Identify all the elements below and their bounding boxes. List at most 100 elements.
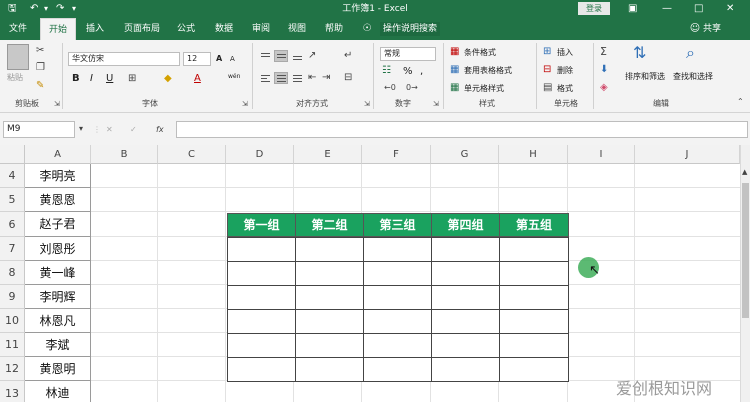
increase-decimal-icon[interactable]: ←0 xyxy=(384,82,396,94)
clipboard-launcher-icon[interactable]: ⇲ xyxy=(54,98,60,110)
ribbon-display-icon[interactable]: ▣ xyxy=(628,1,637,16)
table-cell[interactable] xyxy=(363,237,432,262)
formula-input[interactable] xyxy=(176,121,748,138)
name-cell[interactable]: 李斌 xyxy=(25,333,91,357)
orientation-icon[interactable]: ↗ xyxy=(308,50,316,62)
table-cell[interactable] xyxy=(363,357,432,382)
phonetic-button[interactable]: wén xyxy=(228,71,240,82)
name-cell[interactable]: 林恩凡 xyxy=(25,309,91,333)
collapse-ribbon-icon[interactable]: ⌃ xyxy=(737,96,744,108)
table-cell[interactable] xyxy=(363,285,432,310)
name-cell[interactable]: 李明辉 xyxy=(25,285,91,309)
vertical-scrollbar[interactable]: ▲ xyxy=(740,145,750,402)
comma-button[interactable]: , xyxy=(420,66,423,77)
increase-indent-icon[interactable]: ⇥ xyxy=(322,72,330,84)
alignment-launcher-icon[interactable]: ⇲ xyxy=(364,98,370,110)
table-cell[interactable] xyxy=(431,237,500,262)
decrease-decimal-icon[interactable]: 0→ xyxy=(406,82,418,94)
conditional-format-button[interactable]: 条件格式 xyxy=(464,47,496,58)
format-as-table-button[interactable]: 套用表格格式 xyxy=(464,65,512,76)
tab-view[interactable]: 视图 xyxy=(283,18,311,40)
table-cell[interactable] xyxy=(499,261,569,286)
italic-button[interactable]: I xyxy=(90,73,93,84)
table-header-cell[interactable]: 第一组 xyxy=(227,213,296,237)
column-header[interactable]: E xyxy=(294,145,362,164)
table-cell[interactable] xyxy=(295,237,364,262)
table-cell[interactable] xyxy=(227,261,296,286)
column-header[interactable]: I xyxy=(568,145,635,164)
name-cell[interactable]: 黄恩恩 xyxy=(25,188,91,212)
delete-cells-button[interactable]: 删除 xyxy=(557,65,573,76)
format-painter-icon[interactable]: ✎ xyxy=(36,80,44,92)
column-header[interactable]: H xyxy=(499,145,568,164)
enter-icon[interactable]: ✓ xyxy=(130,124,137,135)
row-header[interactable]: 10 xyxy=(0,309,25,333)
row-header[interactable]: 5 xyxy=(0,188,25,212)
tab-file[interactable]: 文件 xyxy=(4,18,32,40)
fill-color-icon[interactable]: ◆ xyxy=(164,73,172,85)
shrink-font-button[interactable]: A xyxy=(230,54,235,65)
column-header[interactable]: B xyxy=(91,145,158,164)
row-header[interactable]: 7 xyxy=(0,237,25,261)
align-center-icon[interactable] xyxy=(274,72,288,84)
format-cells-button[interactable]: 格式 xyxy=(557,83,573,94)
table-cell[interactable] xyxy=(295,261,364,286)
maximize-icon[interactable]: □ xyxy=(694,1,703,16)
table-cell[interactable] xyxy=(499,237,569,262)
decrease-indent-icon[interactable]: ⇤ xyxy=(308,72,316,84)
table-cell[interactable] xyxy=(227,285,296,310)
tell-me-search[interactable]: 操作说明搜索 xyxy=(380,22,441,36)
row-header[interactable]: 11 xyxy=(0,333,25,357)
table-cell[interactable] xyxy=(499,333,569,358)
redo-icon[interactable]: ↷ xyxy=(56,2,64,16)
table-cell[interactable] xyxy=(295,357,364,382)
insert-function-icon[interactable]: fx xyxy=(156,124,164,135)
tab-home[interactable]: 开始 xyxy=(40,18,76,40)
table-cell[interactable] xyxy=(363,333,432,358)
column-header[interactable]: A xyxy=(25,145,91,164)
undo-icon[interactable]: ↶ xyxy=(30,2,38,16)
table-cell[interactable] xyxy=(363,261,432,286)
table-cell[interactable] xyxy=(499,357,569,382)
paste-button[interactable]: 粘贴 xyxy=(7,72,23,83)
row-header[interactable]: 9 xyxy=(0,285,25,309)
table-cell[interactable] xyxy=(499,309,569,334)
name-cell[interactable]: 刘恩彤 xyxy=(25,237,91,261)
name-cell[interactable]: 林迪 xyxy=(25,381,91,402)
table-cell[interactable] xyxy=(431,261,500,286)
row-header[interactable]: 12 xyxy=(0,357,25,381)
insert-cells-button[interactable]: 插入 xyxy=(557,47,573,58)
find-select-button[interactable]: 查找和选择 xyxy=(673,71,713,82)
font-name-select[interactable]: 华文仿宋 xyxy=(68,52,180,66)
name-cell[interactable]: 李明亮 xyxy=(25,164,91,188)
tab-data[interactable]: 数据 xyxy=(210,18,238,40)
tab-formulas[interactable]: 公式 xyxy=(172,18,200,40)
table-cell[interactable] xyxy=(363,309,432,334)
copy-icon[interactable]: ❐ xyxy=(36,62,45,74)
table-cell[interactable] xyxy=(431,357,500,382)
undo-dropdown-icon[interactable]: ▾ xyxy=(44,2,48,16)
cell-styles-button[interactable]: 单元格样式 xyxy=(464,83,504,94)
percent-button[interactable]: % xyxy=(403,66,413,77)
cut-icon[interactable]: ✂ xyxy=(36,45,44,57)
row-header[interactable]: 13 xyxy=(0,381,25,402)
number-format-select[interactable]: 常规 xyxy=(380,47,436,61)
table-header-cell[interactable]: 第二组 xyxy=(295,213,364,237)
accounting-format-icon[interactable]: ☷ xyxy=(382,65,391,77)
table-cell[interactable] xyxy=(431,333,500,358)
font-size-select[interactable]: 12 xyxy=(183,52,211,66)
name-box[interactable]: M9 xyxy=(3,121,75,138)
login-button[interactable]: 登录 xyxy=(578,2,610,15)
minimize-icon[interactable]: — xyxy=(662,1,672,16)
column-header[interactable]: G xyxy=(431,145,499,164)
table-cell[interactable] xyxy=(431,309,500,334)
wrap-text-icon[interactable]: ↵ xyxy=(344,50,352,62)
align-middle-icon[interactable] xyxy=(274,50,288,62)
sort-filter-button[interactable]: 排序和筛选 xyxy=(625,71,665,82)
number-launcher-icon[interactable]: ⇲ xyxy=(433,98,439,110)
underline-button[interactable]: U xyxy=(106,73,113,84)
row-header[interactable]: 4 xyxy=(0,164,25,188)
table-cell[interactable] xyxy=(227,309,296,334)
tab-page-layout[interactable]: 页面布局 xyxy=(117,18,167,40)
grow-font-button[interactable]: A xyxy=(216,53,222,64)
